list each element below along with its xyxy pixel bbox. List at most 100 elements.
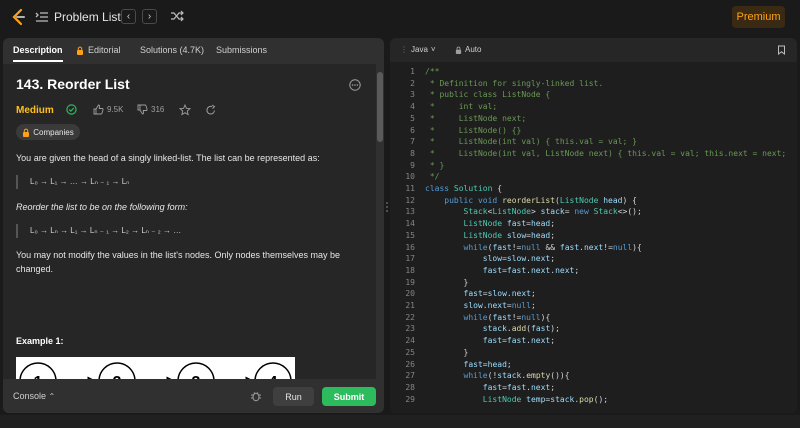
problem-title: 143. Reorder List	[16, 76, 130, 92]
code-token: fast	[506, 336, 527, 346]
code-line[interactable]: 12 public void reorderList(ListNode head…	[390, 195, 797, 207]
code-line[interactable]: 11 class Solution {	[390, 183, 797, 195]
code-token: slow	[482, 254, 503, 264]
description-scrollbar[interactable]	[376, 64, 384, 379]
code-line[interactable]: 20 fast=slow.next;	[390, 288, 797, 300]
problem-list-link[interactable]: Problem List	[54, 10, 121, 24]
code-token: next	[555, 265, 575, 275]
like-button[interactable]: 9.5K	[93, 104, 123, 115]
description-paragraph-2: Reorder the list to be on the following …	[16, 202, 188, 212]
tab-description[interactable]: Description	[13, 45, 63, 62]
code-token: Stack	[463, 207, 488, 217]
code-token: stack	[497, 371, 522, 381]
code-line[interactable]: 18 fast=fast.next.next;	[390, 265, 797, 277]
scrollbar-thumb[interactable]	[377, 72, 383, 142]
premium-button[interactable]: Premium	[732, 6, 785, 28]
code-token: fast	[492, 312, 512, 322]
code-token: ;	[530, 289, 536, 299]
code-line[interactable]: 7 * ListNode(int val) { this.val = val; …	[390, 136, 797, 148]
code-token: next	[530, 382, 551, 392]
prev-problem-button[interactable]: ‹	[121, 9, 136, 24]
code-token: next	[530, 336, 551, 346]
code-line[interactable]: 8 * ListNode(int val, ListNode next) { t…	[390, 148, 797, 160]
code-token: fast	[482, 336, 503, 346]
bookmark-icon[interactable]	[777, 45, 786, 55]
editor-scrollbar[interactable]	[787, 62, 797, 413]
code-line[interactable]: 6 * ListNode() {}	[390, 125, 797, 137]
code-line[interactable]: 14 ListNode fast=head;	[390, 218, 797, 230]
code-line[interactable]: 16 while(fast!=null && fast.next!=null){	[390, 242, 797, 254]
code-line[interactable]: 23 stack.add(fast);	[390, 323, 797, 335]
code-line[interactable]: 4 * int val;	[390, 101, 797, 113]
dislike-button[interactable]: 316	[137, 104, 164, 115]
code-token: stack	[482, 324, 507, 334]
code-token: while	[463, 312, 488, 322]
code-line[interactable]: 29 ListNode temp=stack.pop();	[390, 394, 797, 406]
panel-resize-handle[interactable]	[386, 200, 388, 214]
line-number: 14	[405, 219, 415, 229]
share-icon[interactable]	[205, 104, 217, 116]
run-button[interactable]: Run	[273, 387, 314, 406]
language-label: Java	[411, 45, 428, 54]
code-line[interactable]: 24 fast=fast.next;	[390, 335, 797, 347]
code-line[interactable]: 2 * Definition for singly-linked list.	[390, 78, 797, 90]
shuffle-icon[interactable]	[170, 9, 184, 23]
submit-button[interactable]: Submit	[322, 387, 376, 406]
next-problem-button[interactable]: ›	[142, 9, 157, 24]
code-token: stack	[540, 207, 565, 217]
problem-list-icon[interactable]	[35, 10, 49, 24]
more-options-icon[interactable]	[349, 79, 361, 91]
code-token: head	[530, 219, 551, 229]
code-line[interactable]: 17 slow=slow.next;	[390, 253, 797, 265]
code-line[interactable]: 27 while(!stack.empty()){	[390, 370, 797, 382]
code-token: ListNode	[463, 219, 507, 229]
code-token: fast	[463, 289, 483, 299]
code-token: * ListNode next;	[425, 113, 527, 123]
code-line[interactable]: 26 fast=head;	[390, 359, 797, 371]
tab-editorial[interactable]: Editorial	[76, 45, 121, 55]
code-line[interactable]: 25 }	[390, 347, 797, 359]
code-token: fast	[482, 265, 503, 275]
line-number: 22	[405, 312, 415, 322]
code-line[interactable]: 5 * ListNode next;	[390, 113, 797, 125]
auto-mode-toggle[interactable]: Auto	[455, 45, 481, 54]
tab-solutions[interactable]: Solutions (4.7K)	[140, 45, 204, 55]
star-icon[interactable]	[179, 104, 191, 116]
leetcode-logo-icon[interactable]	[10, 8, 26, 26]
line-number: 7	[410, 137, 415, 147]
language-select[interactable]: ⋮ Java ˅	[400, 45, 436, 54]
code-line[interactable]: 9 * }	[390, 160, 797, 172]
code-area[interactable]: 1 /** 2 * Definition for singly-linked lis…	[390, 64, 797, 413]
code-line[interactable]: 15 ListNode slow=head;	[390, 230, 797, 242]
companies-tag[interactable]: Companies	[16, 124, 80, 140]
companies-label: Companies	[33, 127, 74, 137]
line-number: 1	[410, 67, 415, 76]
tab-editorial-label: Editorial	[88, 45, 121, 55]
code-line[interactable]: 13 Stack<ListNode> stack= new Stack<>();	[390, 206, 797, 218]
code-token: ;	[506, 359, 512, 369]
code-line[interactable]: 22 while(fast!=null){	[390, 312, 797, 324]
code-line[interactable]: 21 slow.next=null;	[390, 300, 797, 312]
debug-icon[interactable]	[250, 390, 262, 402]
code-line[interactable]: 19 }	[390, 277, 797, 289]
line-number: 10	[405, 172, 415, 182]
code-line[interactable]: 10 */	[390, 171, 797, 183]
line-number: 20	[405, 289, 415, 299]
code-token: next	[487, 301, 507, 310]
console-toggle[interactable]: Console ⌃	[13, 391, 55, 401]
tab-submissions[interactable]: Submissions	[216, 45, 267, 55]
code-token: ()){	[550, 371, 570, 381]
code-line[interactable]: 28 fast=fast.next;	[390, 382, 797, 394]
code-token: ) {	[622, 195, 637, 205]
line-number: 6	[410, 125, 415, 135]
code-line[interactable]: 1 /**	[390, 66, 797, 78]
code-token: * int val;	[425, 102, 498, 112]
code-token: (!	[487, 371, 498, 381]
code-line[interactable]: 3 * public class ListNode {	[390, 89, 797, 101]
code-token: next	[583, 242, 604, 252]
code-token: */	[425, 172, 440, 182]
line-number: 17	[405, 254, 415, 264]
